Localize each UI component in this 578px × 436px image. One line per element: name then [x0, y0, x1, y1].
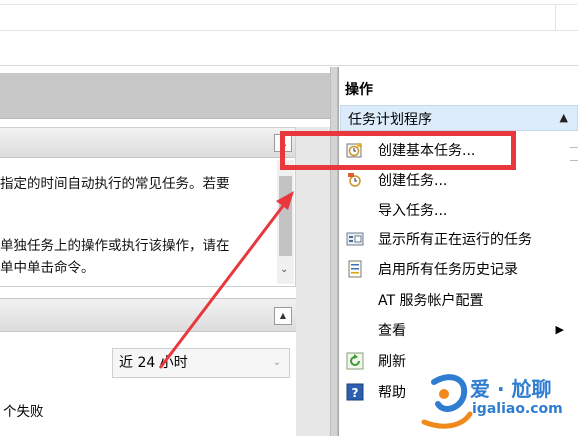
description-line-3: 单中单击命令。 [0, 260, 95, 276]
section-task-scheduler[interactable]: 任务计划程序 ▲ [340, 105, 578, 131]
center-pane-background [296, 127, 330, 436]
action-view[interactable]: 查看 ▶ [340, 315, 578, 345]
action-label: 帮助 [378, 385, 406, 401]
description-line-1: 指定的时间自动执行的常见任务。若要 [0, 176, 230, 192]
action-label: 创建任务... [378, 173, 448, 189]
calendar-task-icon [348, 173, 361, 187]
actions-title: 操作 [345, 82, 373, 98]
toolbar-divider [0, 4, 578, 5]
highlight-box [280, 131, 516, 170]
watermark-brand: 爱 · 尬聊 [470, 377, 552, 401]
chevron-down-icon: ⌄ [272, 357, 281, 368]
overview-panel-header[interactable]: ▲ [0, 128, 295, 158]
description-line-2: 单独任务上的操作或执行该操作，请在 [0, 238, 230, 254]
fail-count-text: 个失败 [3, 404, 44, 420]
action-show-running-tasks[interactable]: 显示所有正在运行的任务 [340, 224, 578, 254]
submenu-arrow-icon: ▶ [555, 323, 564, 336]
toolbar-divider [0, 30, 578, 31]
overview-panel: ▲ 指定的时间自动执行的常见任务。若要 单独任务上的操作或执行该操作，请在 单中… [0, 127, 296, 287]
toolbar-separator [555, 5, 556, 31]
action-label: AT 服务帐户配置 [378, 293, 484, 309]
collapse-up-icon[interactable]: ▲ [274, 307, 292, 325]
pane-splitter[interactable] [330, 67, 338, 436]
action-at-service-config[interactable]: AT 服务帐户配置 [340, 285, 578, 315]
refresh-icon [346, 352, 364, 370]
center-pane-header [0, 73, 330, 119]
task-status-panel: ▲ 近 24 小时 ⌄ 个失败 [0, 298, 296, 436]
top-toolbar-area [0, 0, 578, 66]
overview-scrollbar[interactable]: ⌄ [277, 160, 294, 284]
help-icon: ? [346, 383, 364, 401]
history-icon [348, 260, 362, 278]
time-range-value: 近 24 小时 [119, 355, 188, 371]
action-label: 刷新 [378, 354, 406, 370]
action-import-task[interactable]: 导入任务... [340, 195, 578, 225]
action-enable-history[interactable]: 启用所有任务历史记录 [340, 254, 578, 284]
scrollbar-thumb[interactable] [279, 176, 292, 256]
watermark-url: igaliao.com [472, 401, 563, 417]
action-label: 启用所有任务历史记录 [378, 262, 518, 278]
caret-up-icon[interactable]: ▲ [560, 111, 568, 124]
center-pane: ▲ 指定的时间自动执行的常见任务。若要 单独任务上的操作或执行该操作，请在 单中… [0, 67, 330, 436]
scroll-down-icon[interactable]: ⌄ [280, 264, 288, 275]
time-range-select[interactable]: 近 24 小时 ⌄ [112, 348, 290, 378]
task-status-header[interactable]: ▲ [0, 298, 296, 332]
running-tasks-icon [346, 232, 364, 246]
section-label: 任务计划程序 [348, 112, 432, 128]
svg-text:?: ? [352, 386, 359, 400]
action-label: 导入任务... [378, 203, 448, 219]
action-label: 查看 [378, 323, 406, 339]
window-edge [570, 147, 578, 161]
action-label: 显示所有正在运行的任务 [378, 232, 532, 248]
